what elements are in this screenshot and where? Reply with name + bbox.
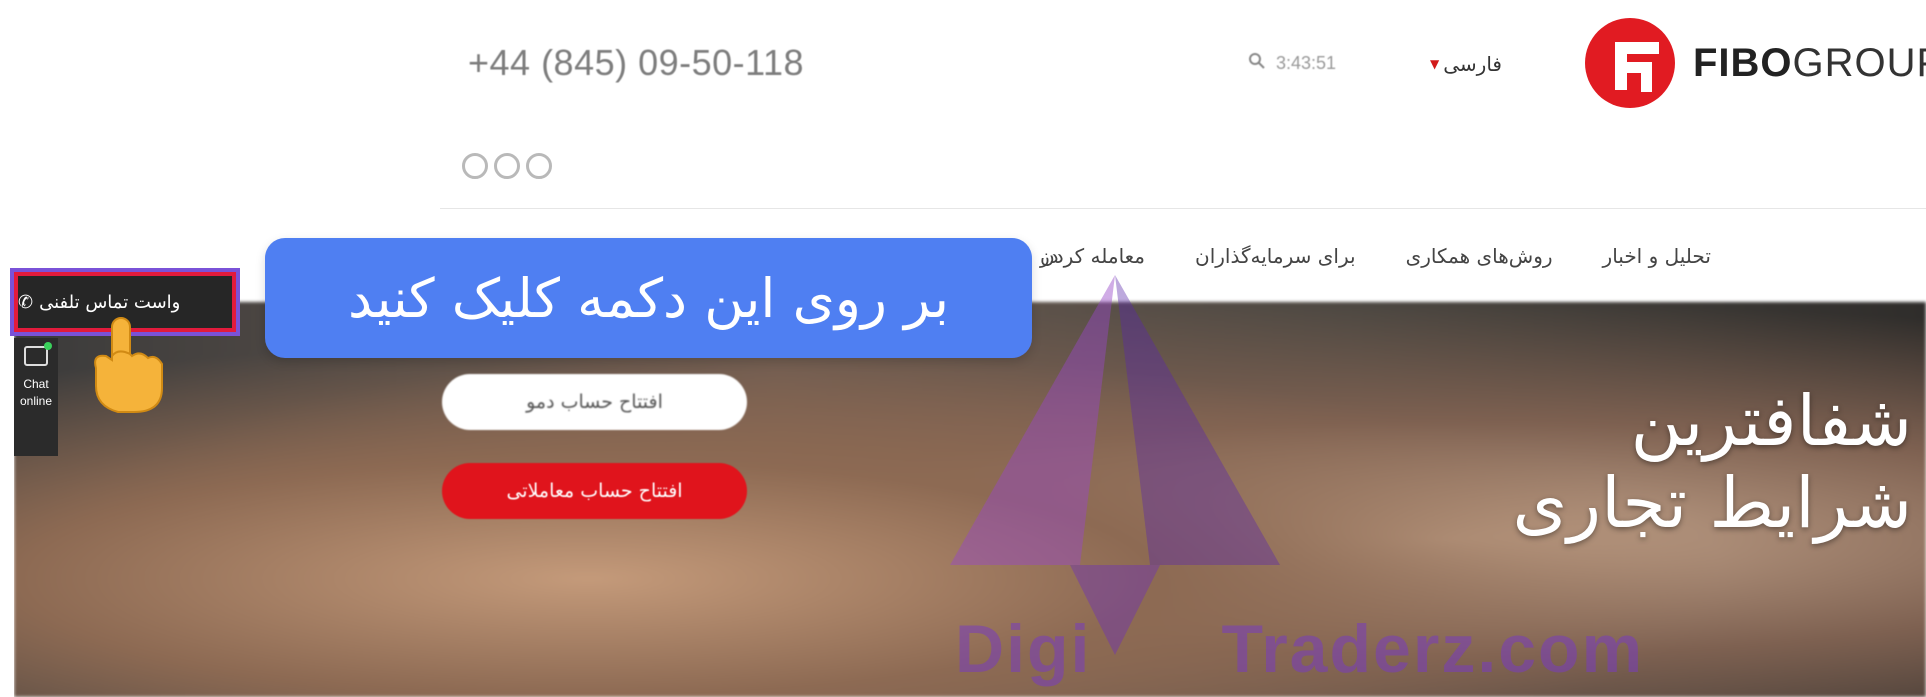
- nav-item-trading[interactable]: معامله کردن: [1040, 244, 1145, 268]
- language-label: فارسی: [1443, 52, 1502, 76]
- logo[interactable]: FIBOGROUP: [1585, 18, 1926, 108]
- hero-title: شفافترین شرایط تجاری: [1513, 380, 1913, 544]
- logo-text: FIBOGROUP: [1693, 40, 1926, 85]
- header-divider: [440, 208, 1926, 209]
- phone-icon: ✆: [18, 291, 34, 313]
- language-selector[interactable]: ▼ فارسی: [1430, 52, 1502, 76]
- hero-title-line1: شفافترین: [1630, 380, 1912, 462]
- facebook-icon[interactable]: [462, 153, 488, 179]
- online-label: online: [19, 394, 53, 408]
- phone-number[interactable]: +44 (845) 09-50-118: [468, 42, 804, 84]
- search-icon[interactable]: [1248, 52, 1266, 75]
- chat-label: Chat: [23, 377, 49, 391]
- callback-label: واست تماس تلفنی: [39, 291, 181, 313]
- chat-icon: [24, 342, 52, 366]
- caret-down-icon: ▼: [1430, 57, 1440, 71]
- left-margin: [0, 0, 14, 697]
- social-links: [462, 153, 552, 179]
- nav-item-investors[interactable]: برای سرمایه‌گذاران: [1195, 244, 1356, 268]
- youtube-icon[interactable]: [494, 153, 520, 179]
- nav-item-analysis[interactable]: تحلیل و اخبار: [1603, 244, 1711, 268]
- clock-time: 3:43:51: [1276, 53, 1337, 73]
- telegram-icon[interactable]: [526, 153, 552, 179]
- instruction-tooltip: بر روی این دکمه کلیک کنید: [265, 238, 1032, 358]
- nav-item-partnership[interactable]: روش‌های همکاری: [1406, 244, 1553, 268]
- main-nav: معامله کردن برای سرمایه‌گذاران روش‌های ه…: [1040, 244, 1876, 268]
- watermark-text: Digi Traderz.com: [955, 611, 1645, 687]
- chat-online-widget[interactable]: Chat online: [14, 338, 58, 456]
- open-demo-account-button[interactable]: افتتاح حساب دمو: [442, 374, 747, 430]
- open-real-account-button[interactable]: افتتاح حساب معاملاتی: [442, 463, 747, 519]
- fibo-logo-icon: [1585, 18, 1675, 108]
- hero-title-line2: شرایط تجاری: [1512, 462, 1913, 544]
- search-area[interactable]: 3:43:51: [1248, 52, 1336, 75]
- pointing-hand-icon: [94, 317, 163, 413]
